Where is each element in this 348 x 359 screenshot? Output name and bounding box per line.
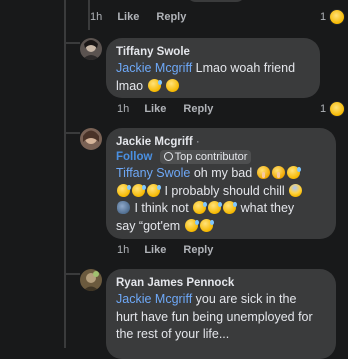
comment-actions: 1h Like Reply xyxy=(90,11,200,23)
thread-connector xyxy=(64,273,80,275)
shush-emoji-icon xyxy=(271,166,285,179)
reply-button[interactable]: Reply xyxy=(156,11,186,23)
bubble-remnant xyxy=(186,0,246,2)
reaction-summary[interactable]: 1 xyxy=(320,9,346,25)
comment-text-part: lmao xyxy=(116,78,144,93)
laugh-emoji-icon xyxy=(147,183,161,197)
comment-bubble: Tiffany Swole Jackie Mcgriff Lmao woah f… xyxy=(106,38,320,98)
reaction-summary[interactable]: 1 xyxy=(320,101,346,117)
reply-button[interactable]: Reply xyxy=(183,244,213,256)
top-contributor-badge: Top contributor xyxy=(159,150,252,164)
laugh-emoji-icon xyxy=(199,218,214,232)
laugh-emoji-icon xyxy=(193,201,208,214)
laugh-emoji-icon xyxy=(117,183,131,197)
author-badges: Follow Top contributor xyxy=(116,150,326,165)
medal-icon xyxy=(163,152,173,161)
reaction-count: 1 xyxy=(320,11,327,23)
comment-author[interactable]: Ryan James Pennock xyxy=(116,276,326,291)
avatar-image xyxy=(80,269,102,291)
comment-text-part: you are sick in the xyxy=(192,292,297,306)
like-button[interactable]: Like xyxy=(117,11,139,23)
comment-text-part: hurt have fun being unemployed for xyxy=(116,309,313,324)
laugh-emoji-icon xyxy=(132,183,146,197)
thread-connector xyxy=(64,132,80,134)
comment-text-part: oh my bad xyxy=(190,166,253,180)
wind-emoji-icon xyxy=(117,201,130,214)
comment-bubble: Jackie Mcgriff · Follow Top contributor … xyxy=(106,128,336,239)
comment-actions: 1h Like Reply xyxy=(117,244,227,256)
mention-link[interactable]: Tiffany Swole xyxy=(116,166,190,180)
badge-label: Top contributor xyxy=(174,151,248,163)
avatar-image xyxy=(80,128,102,150)
comment-text-part: the rest of your life... xyxy=(116,327,230,341)
reaction-icon xyxy=(329,101,346,117)
laugh-emoji-icon xyxy=(184,218,199,232)
like-button[interactable]: Like xyxy=(144,103,166,115)
comment-text: Tiffany Swole oh my bad I probably shoul… xyxy=(116,165,326,235)
reaction-icon xyxy=(329,9,346,25)
comment-text-part: Lmao woah friend xyxy=(192,61,296,75)
comment-author[interactable]: Tiffany Swole xyxy=(116,45,310,60)
fear-emoji-icon xyxy=(289,183,303,197)
laugh-emoji-icon xyxy=(286,166,301,179)
laugh-emoji-icon xyxy=(166,78,180,92)
laugh-emoji-icon xyxy=(208,201,223,214)
comment-time: 1h xyxy=(117,244,130,256)
comment-text-part: I think not xyxy=(131,201,189,215)
reply-button[interactable]: Reply xyxy=(183,103,213,115)
comment-text-part: say “got'em xyxy=(116,218,181,233)
comment-bubble: Ryan James Pennock Jackie Mcgriff you ar… xyxy=(106,269,336,359)
mention-link[interactable]: Jackie Mcgriff xyxy=(116,292,192,306)
reaction-count: 1 xyxy=(320,103,327,115)
laugh-emoji-icon xyxy=(147,78,162,92)
comment-text-part: what they xyxy=(237,201,295,215)
comment-text-part: I probably should chill xyxy=(161,183,285,198)
avatar[interactable] xyxy=(80,38,102,60)
shush-emoji-icon xyxy=(256,166,270,179)
comment-actions: 1h Like Reply xyxy=(117,103,227,115)
comment-text: Jackie Mcgriff Lmao woah friend lmao xyxy=(116,60,310,95)
comment-author[interactable]: Jackie Mcgriff xyxy=(116,136,193,148)
follow-button[interactable]: Follow xyxy=(116,151,152,163)
avatar-image xyxy=(80,38,102,60)
avatar[interactable] xyxy=(80,269,102,291)
thread-connector xyxy=(64,42,80,44)
comment-text: Jackie Mcgriff you are sick in the hurt … xyxy=(116,291,326,344)
laugh-emoji-icon xyxy=(223,201,238,214)
avatar[interactable] xyxy=(80,128,102,150)
comment-time: 1h xyxy=(90,11,103,23)
separator-dot: · xyxy=(195,136,200,148)
thread-line xyxy=(64,0,66,348)
mention-link[interactable]: Jackie Mcgriff xyxy=(116,61,192,75)
comment-time: 1h xyxy=(117,103,130,115)
comment-author-row: Jackie Mcgriff · xyxy=(116,135,326,150)
like-button[interactable]: Like xyxy=(144,244,166,256)
